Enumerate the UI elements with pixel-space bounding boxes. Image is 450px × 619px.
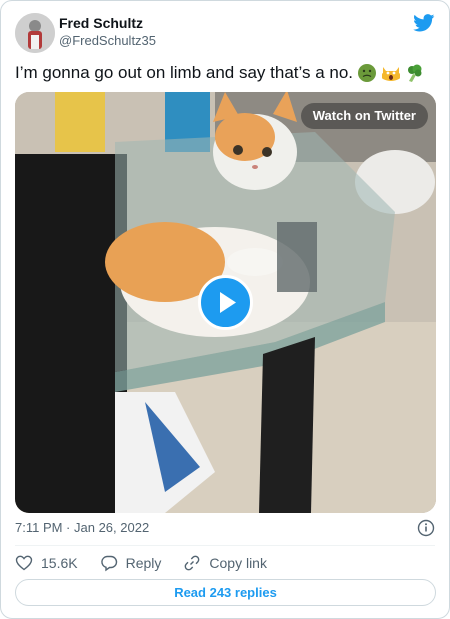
play-icon bbox=[220, 292, 236, 313]
like-count: 15.6K bbox=[41, 555, 78, 571]
tweet-card: Fred Schultz @FredSchultz35 I’m gonna go… bbox=[0, 0, 450, 619]
link-icon bbox=[185, 555, 200, 571]
author-name[interactable]: Fred Schultz bbox=[59, 15, 143, 31]
avatar[interactable] bbox=[15, 13, 55, 53]
tweet-body: I’m gonna go out on limb and say that’s … bbox=[15, 63, 354, 82]
divider bbox=[15, 545, 435, 546]
reply-button[interactable]: Reply bbox=[100, 554, 162, 572]
watch-on-twitter-button[interactable]: Watch on Twitter bbox=[300, 103, 428, 129]
tweet-text: I’m gonna go out on limb and say that’s … bbox=[15, 61, 435, 85]
nauseated-face-emoji bbox=[358, 64, 377, 82]
reply-label: Reply bbox=[125, 555, 162, 571]
twitter-logo-icon[interactable] bbox=[413, 14, 435, 32]
info-icon[interactable] bbox=[417, 519, 435, 537]
copy-link-label: Copy link bbox=[209, 555, 267, 571]
like-button[interactable]: 15.6K bbox=[15, 554, 78, 572]
read-replies-button[interactable]: Read 243 replies bbox=[15, 579, 436, 606]
scream-cat-emoji bbox=[382, 67, 401, 81]
reply-icon bbox=[100, 555, 117, 572]
copy-link-button[interactable]: Copy link bbox=[183, 554, 267, 572]
tweet-actions: 15.6K Reply Copy link bbox=[15, 553, 289, 573]
author-handle[interactable]: @FredSchultz35 bbox=[59, 33, 156, 48]
tweet-timestamp[interactable]: 7:11 PM · Jan 26, 2022 bbox=[15, 520, 149, 535]
video-player[interactable]: Watch on Twitter bbox=[15, 92, 436, 513]
broccoli-emoji bbox=[408, 64, 422, 82]
play-button[interactable] bbox=[198, 275, 253, 330]
heart-icon bbox=[15, 555, 33, 571]
